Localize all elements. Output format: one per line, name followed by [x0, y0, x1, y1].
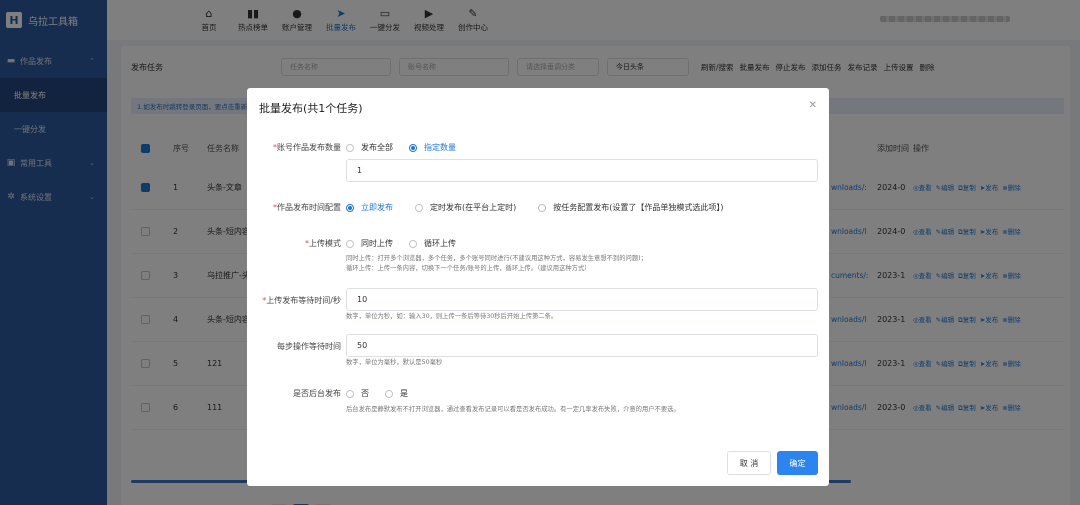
radio-label: 循环上传	[424, 239, 456, 248]
close-icon[interactable]: ✕	[809, 100, 817, 111]
background-radio-group: 否 是	[346, 388, 408, 399]
upload-option-simultaneous[interactable]: 同时上传	[346, 238, 393, 249]
time-option-immediate[interactable]: 立即发布	[346, 202, 393, 213]
background-option-no[interactable]: 否	[346, 388, 369, 399]
label-text: 作品发布时间配置	[277, 203, 341, 212]
confirm-button[interactable]: 确定	[777, 451, 818, 475]
radio-dot	[409, 239, 417, 248]
wait-interval-hint: 数字，单位为秒，如：输入30，则上传一条后等待30秒后开始上传第二条。	[346, 313, 558, 320]
cancel-button[interactable]: 取 消	[727, 451, 771, 475]
radio-dot	[346, 143, 354, 152]
radio-dot	[346, 203, 354, 212]
step-wait-input[interactable]: 50	[346, 334, 818, 357]
count-option-all[interactable]: 发布全部	[346, 142, 393, 153]
background-label: 是否后台发布	[293, 389, 341, 398]
wait-interval-input[interactable]: 10	[346, 288, 818, 311]
label-text: 上传模式	[309, 239, 341, 248]
time-option-by-task[interactable]: 按任务配置发布(设置了【作品单独模式选此项】)	[538, 202, 724, 213]
count-input[interactable]: 1	[346, 159, 818, 182]
radio-dot	[346, 389, 354, 398]
upload-mode-label: *上传模式	[305, 239, 341, 248]
radio-dot	[385, 389, 393, 398]
radio-dot	[415, 203, 423, 212]
step-wait-label: 每步操作等待时间	[277, 342, 341, 351]
radio-dot	[538, 203, 547, 212]
time-config-radio-group: 立即发布 定时发布(在平台上定时) 按任务配置发布(设置了【作品单独模式选此项】…	[346, 202, 724, 213]
batch-publish-dialog: 批量发布(共1个任务) ✕ *账号作品发布数量 发布全部 指定数量 1 *作品发…	[247, 88, 829, 486]
background-option-yes[interactable]: 是	[385, 388, 408, 399]
radio-label: 定时发布(在平台上定时)	[430, 203, 517, 212]
radio-label: 指定数量	[424, 143, 456, 152]
dialog-title: 批量发布(共1个任务)	[259, 102, 363, 115]
background-hint: 后台发布是静默发布不打开浏览器，通过查看发布记录可以看是否发布成功。有一定几率发…	[346, 406, 680, 413]
label-text: 账号作品发布数量	[277, 143, 341, 152]
radio-dot	[346, 239, 354, 248]
radio-label: 是	[400, 389, 408, 398]
wait-interval-label: *上传发布等待时间/秒	[262, 296, 341, 305]
radio-label: 否	[361, 389, 369, 398]
time-option-scheduled[interactable]: 定时发布(在平台上定时)	[415, 202, 516, 213]
radio-label: 立即发布	[361, 203, 393, 212]
radio-dot	[409, 143, 417, 152]
upload-mode-radio-group: 同时上传 循环上传	[346, 238, 456, 249]
step-wait-hint: 数字，单位为毫秒，默认是50毫秒	[346, 359, 443, 366]
radio-label: 按任务配置发布(设置了【作品单独模式选此项】)	[553, 203, 724, 212]
count-radio-group: 发布全部 指定数量	[346, 142, 456, 153]
time-config-label: *作品发布时间配置	[273, 203, 341, 212]
count-option-specified[interactable]: 指定数量	[409, 142, 456, 153]
upload-mode-hint-2: 循环上传：上传一条内容，切换下一个任务/账号的上传，循环上传。（建议用这种方式）	[346, 265, 591, 272]
label-text: 上传发布等待时间/秒	[266, 296, 341, 305]
upload-mode-hint-1: 同时上传：打开多个浏览器，多个任务，多个账号同时进行(不建议用这种方式，容易发生…	[346, 255, 647, 262]
upload-option-loop[interactable]: 循环上传	[409, 238, 456, 249]
count-label: *账号作品发布数量	[273, 143, 341, 152]
radio-label: 发布全部	[361, 143, 393, 152]
radio-label: 同时上传	[361, 239, 393, 248]
